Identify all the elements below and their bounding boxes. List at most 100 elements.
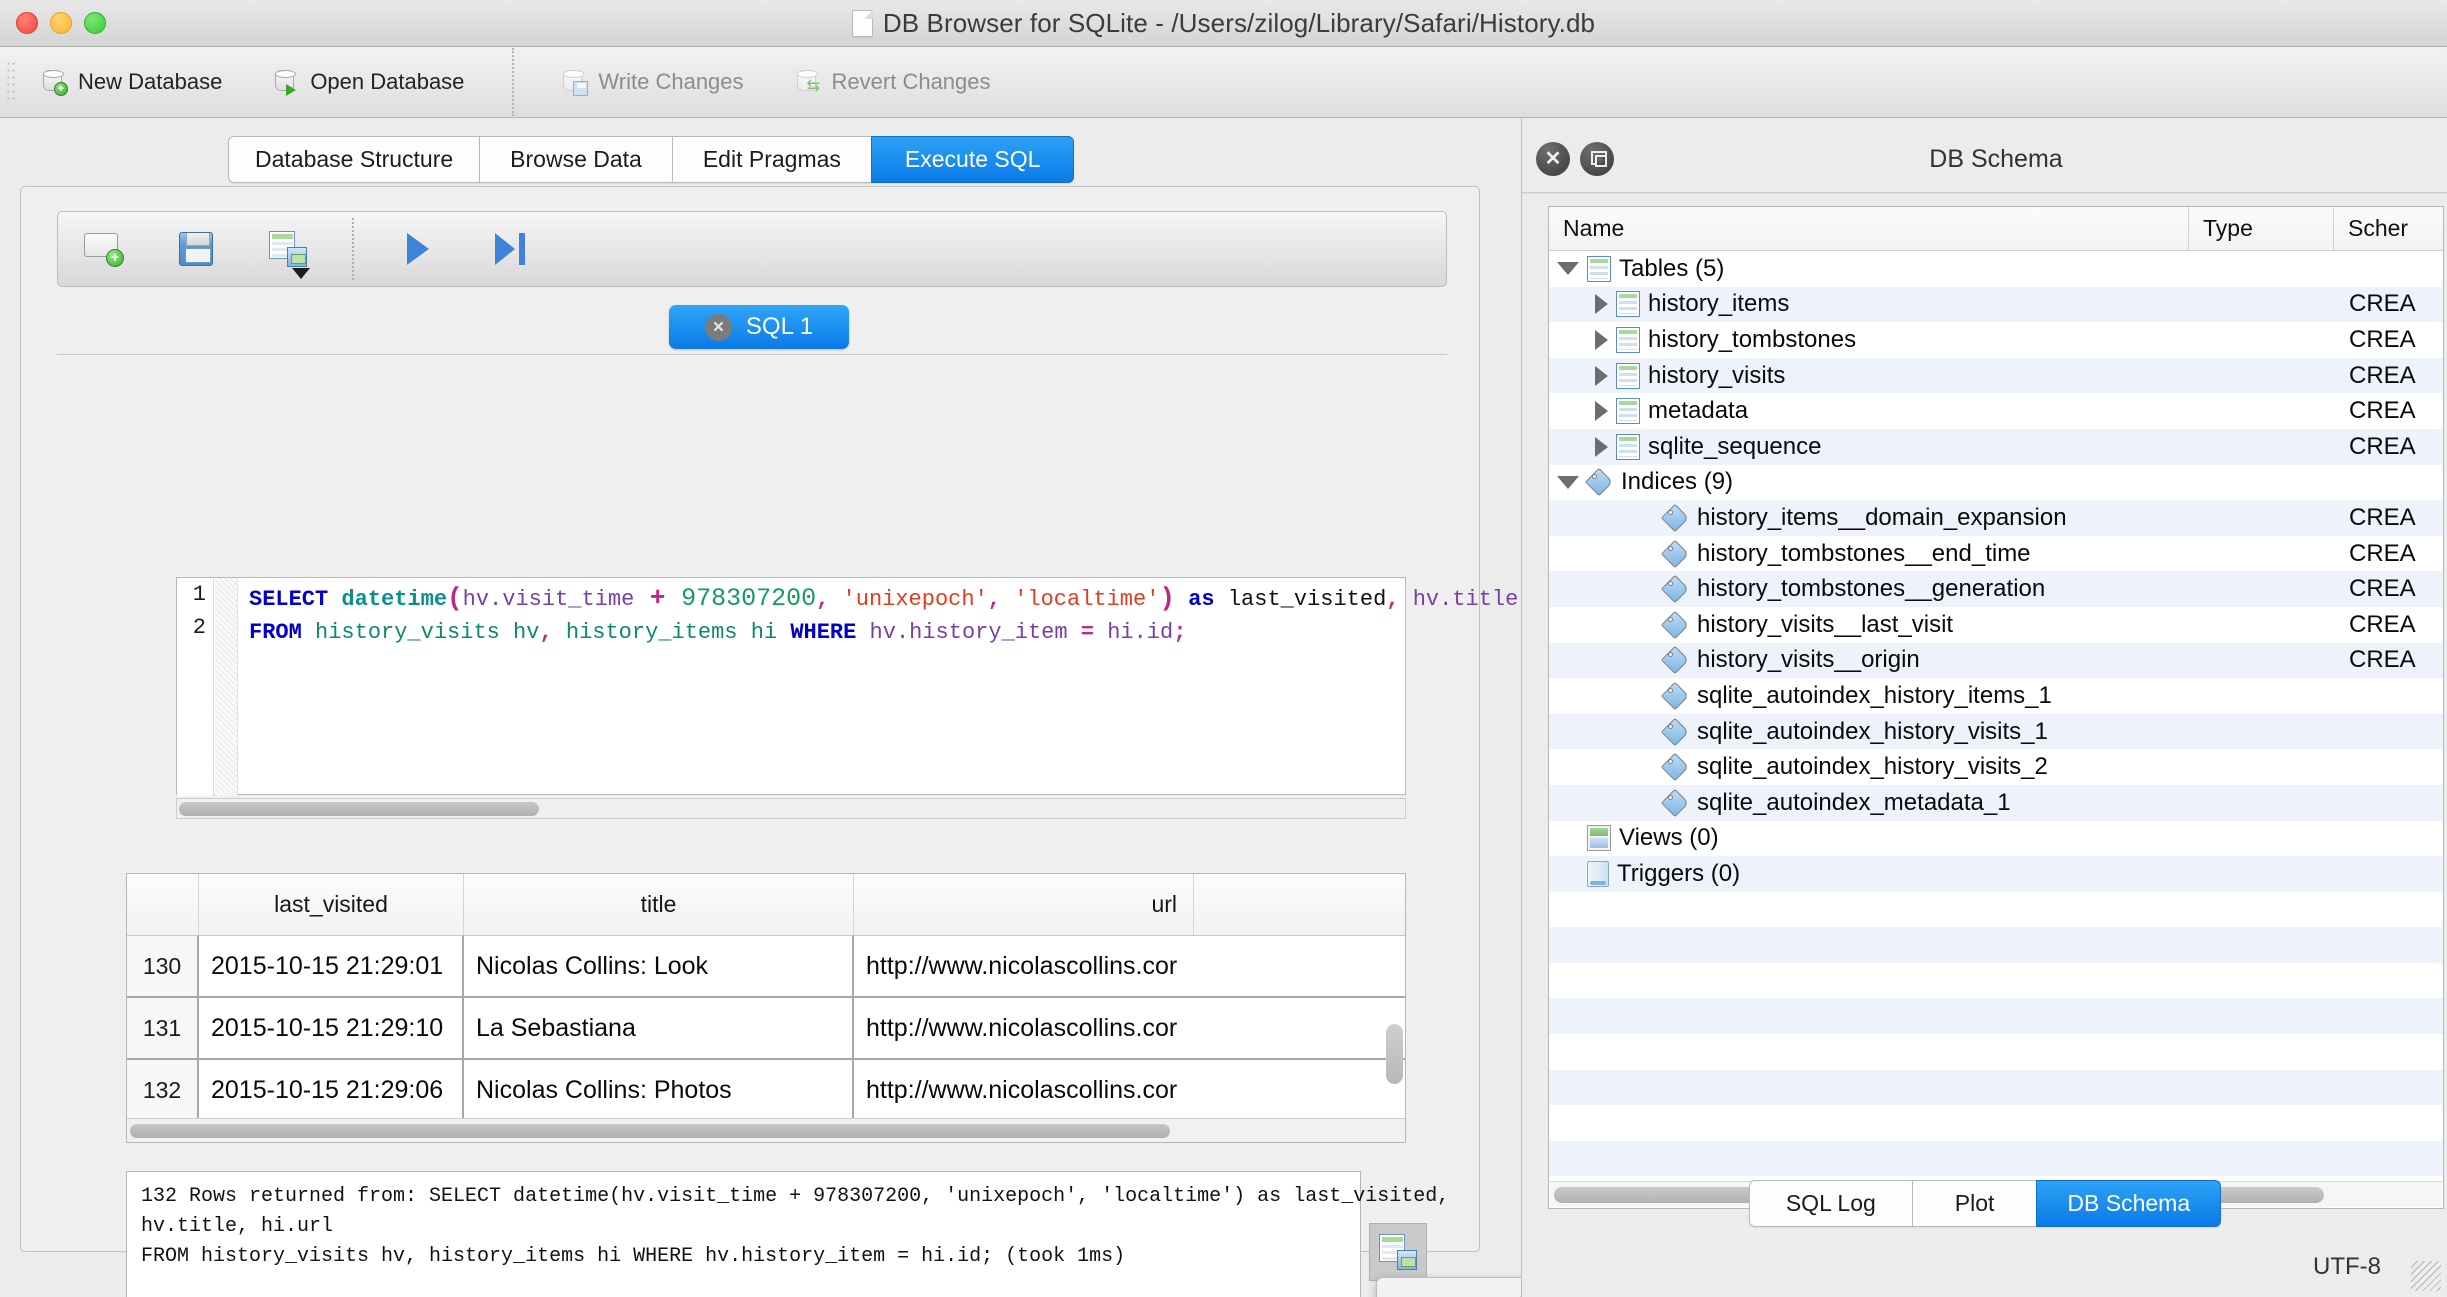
table-icon [1616,434,1640,460]
column-header-schema[interactable]: Scher [2334,207,2443,250]
results-horizontal-scrollbar[interactable] [127,1118,1405,1142]
view-icon [1587,825,1611,851]
schema-tree-row[interactable]: history_tombstones__end_timeCREA [1549,536,2443,572]
minimize-window-button[interactable] [50,12,72,34]
execute-all-button[interactable] [372,211,464,287]
close-icon[interactable]: ✕ [1536,142,1570,176]
schema-tree-row[interactable]: sqlite_autoindex_history_visits_1 [1549,714,2443,750]
schema-tree-row[interactable]: history_visits__originCREA [1549,643,2443,679]
sql-token-from: FROM [249,620,315,645]
column-header-url[interactable]: url [854,874,1194,935]
scrollbar-thumb[interactable] [130,1124,1170,1138]
open-database-label: Open Database [310,69,464,95]
tab-sql-log[interactable]: SQL Log [1749,1180,1912,1227]
schema-tree-row[interactable]: history_items__domain_expansionCREA [1549,500,2443,536]
index-icon [1663,791,1689,815]
index-icon [1663,648,1689,672]
schema-tree-row[interactable]: history_tombstonesCREA [1549,322,2443,358]
schema-tree-row[interactable]: Tables (5) [1549,251,2443,287]
cell-last-visited[interactable]: 2015-10-15 21:29:10 [199,998,464,1058]
tab-browse-data[interactable]: Browse Data [479,136,672,183]
chevron-right-icon[interactable] [1595,401,1608,421]
table-row[interactable]: 130 2015-10-15 21:29:01 Nicolas Collins:… [127,936,1405,998]
chevron-right-icon[interactable] [1595,330,1608,350]
schema-tree-row[interactable]: metadataCREA [1549,393,2443,429]
close-icon[interactable]: × [705,314,732,341]
save-sql-file-button[interactable] [242,211,334,287]
zoom-window-button[interactable] [84,12,106,34]
cell-url[interactable]: http://www.nicolascollins.cor [854,936,1194,996]
database-save-icon [562,68,588,96]
results-vertical-scrollbar-thumb[interactable] [1386,1024,1403,1084]
index-icon [1663,755,1689,779]
schema-item-sql: CREA [2349,290,2416,318]
tab-db-schema[interactable]: DB Schema [2036,1180,2221,1227]
column-header-title[interactable]: title [464,874,854,935]
column-header-name[interactable]: Name [1549,207,2189,250]
tab-execute-sql[interactable]: Execute SQL [871,136,1075,183]
cell-url[interactable]: http://www.nicolascollins.cor [854,1060,1194,1120]
results-corner-cell [127,874,199,935]
restore-icon[interactable] [1580,142,1614,176]
column-header-type[interactable]: Type [2189,207,2334,250]
editor-horizontal-scrollbar[interactable] [176,798,1406,819]
schema-tree-row[interactable]: history_tombstones__generationCREA [1549,571,2443,607]
twisty-placeholder [1557,945,1579,946]
schema-tree-row[interactable]: sqlite_sequenceCREA [1549,429,2443,465]
dock-header: ✕ DB Schema [1522,132,2447,186]
schema-tree-row[interactable]: sqlite_autoindex_history_visits_2 [1549,749,2443,785]
open-database-button[interactable]: Open Database [256,62,482,102]
new-database-button[interactable]: + New Database [24,62,240,102]
cell-last-visited[interactable]: 2015-10-15 21:29:01 [199,936,464,996]
schema-item-label: sqlite_autoindex_history_visits_1 [1697,718,2048,746]
table-row[interactable]: 131 2015-10-15 21:29:10 La Sebastiana ht… [127,998,1405,1060]
chevron-right-icon[interactable] [1595,294,1608,314]
cell-last-visited[interactable]: 2015-10-15 21:29:06 [199,1060,464,1120]
schema-tree-row[interactable]: history_visits__last_visitCREA [1549,607,2443,643]
export-results-button[interactable] [1369,1223,1427,1281]
dock-title: DB Schema [1614,145,2378,174]
table-row[interactable]: 132 2015-10-15 21:29:06 Nicolas Collins:… [127,1060,1405,1122]
sql-tab-sql1[interactable]: × SQL 1 [669,305,849,349]
schema-tree-empty-row [1549,963,2443,999]
column-header-last-visited[interactable]: last_visited [199,874,464,935]
schema-tree-row[interactable]: Views (0) [1549,821,2443,857]
chevron-down-icon[interactable] [1557,262,1579,275]
tab-database-structure[interactable]: Database Structure [228,136,479,183]
execute-current-line-button[interactable] [464,211,556,287]
tab-plot[interactable]: Plot [1912,1180,2037,1227]
sql-tab-label: SQL 1 [746,313,813,341]
sql-code-text[interactable]: SELECT datetime(hv.visit_time + 97830720… [249,582,1399,649]
schema-tree-row[interactable]: history_visitsCREA [1549,358,2443,394]
index-icon [1663,684,1689,708]
cell-title[interactable]: Nicolas Collins: Look [464,936,854,996]
scrollbar-thumb[interactable] [179,802,539,816]
cell-url[interactable]: http://www.nicolascollins.cor [854,998,1194,1058]
tab-edit-pragmas[interactable]: Edit Pragmas [672,136,871,183]
schema-tree-row[interactable]: Indices (9) [1549,465,2443,501]
window-resize-grip[interactable] [2411,1261,2441,1291]
sql-token-number: 978307200 [681,584,816,613]
schema-tree-row[interactable]: sqlite_autoindex_metadata_1 [1549,785,2443,821]
open-sql-tab-button[interactable]: + [58,211,150,287]
sql-token-comma: , [1386,587,1412,612]
write-changes-button[interactable]: Write Changes [544,62,761,102]
close-window-button[interactable] [16,12,38,34]
sql-token-table-history-visits: history_visits [315,620,500,645]
chevron-right-icon[interactable] [1595,437,1608,457]
twisty-placeholder [1633,553,1655,554]
schema-tree-row[interactable]: history_itemsCREA [1549,287,2443,323]
execute-all-icon [407,233,429,265]
sql-editor[interactable]: 1 2 SELECT datetime(hv.visit_time + 9783… [176,577,1406,795]
schema-tree-body: Tables (5)history_itemsCREAhistory_tombs… [1549,251,2443,1209]
chevron-down-icon[interactable] [1557,476,1579,489]
chevron-down-icon[interactable] [292,268,310,279]
chevron-right-icon[interactable] [1595,366,1608,386]
cell-title[interactable]: La Sebastiana [464,998,854,1058]
cell-title[interactable]: Nicolas Collins: Photos [464,1060,854,1120]
schema-item-sql: CREA [2349,504,2416,532]
open-sql-file-button[interactable] [150,211,242,287]
schema-tree-row[interactable]: sqlite_autoindex_history_items_1 [1549,678,2443,714]
schema-tree-row[interactable]: Triggers (0) [1549,856,2443,892]
revert-changes-button[interactable]: ⇆ Revert Changes [778,62,1009,102]
